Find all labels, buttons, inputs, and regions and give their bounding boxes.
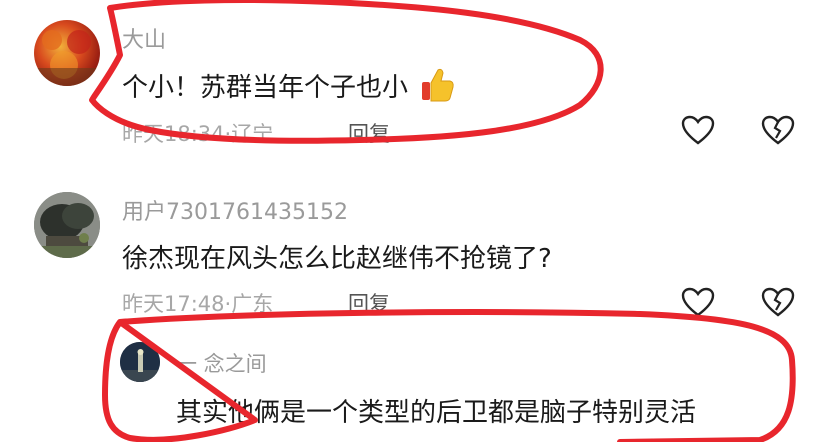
sub-reply-item: 一 念之间 其实他俩是一个类型的后卫都是脑子特别灵活 (0, 330, 828, 442)
comment-location: 辽宁 (231, 122, 274, 146)
reply-text: 其实他俩是一个类型的后卫都是脑子特别灵活 (176, 398, 697, 428)
comment-text: 个小！苏群当年个子也小 (122, 66, 456, 104)
comment-time: 昨天17:48 (122, 292, 225, 316)
comment-text-body: 个小！苏群当年个子也小 (122, 73, 409, 103)
heart-icon[interactable] (681, 115, 715, 145)
thumbs-up-icon (422, 68, 454, 102)
comment-item: 用户7301761435152 徐杰现在风头怎么比赵继伟不抢镜了? 昨天17:4… (0, 170, 828, 320)
comment-time: 昨天18:34 (122, 122, 225, 146)
reply-button[interactable]: 回复 (348, 288, 390, 318)
comment-item: 大山 个小！苏群当年个子也小 昨天18:34·辽宁 回复 (0, 0, 828, 170)
heart-icon[interactable] (681, 287, 715, 317)
broken-heart-icon[interactable] (761, 115, 795, 145)
comment-location: 广东 (231, 292, 274, 316)
comment-meta: 昨天17:48·广东 (122, 288, 273, 318)
broken-heart-icon[interactable] (761, 287, 795, 317)
username[interactable]: 用户7301761435152 (122, 194, 348, 226)
user-avatar[interactable] (34, 192, 100, 258)
user-avatar[interactable] (34, 20, 100, 86)
username[interactable]: 一 念之间 (176, 348, 267, 378)
comment-meta: 昨天18:34·辽宁 (122, 118, 273, 148)
user-avatar[interactable] (120, 342, 160, 382)
username[interactable]: 大山 (122, 22, 166, 54)
reply-button[interactable]: 回复 (348, 118, 390, 148)
comment-text: 徐杰现在风头怎么比赵继伟不抢镜了? (122, 244, 552, 274)
